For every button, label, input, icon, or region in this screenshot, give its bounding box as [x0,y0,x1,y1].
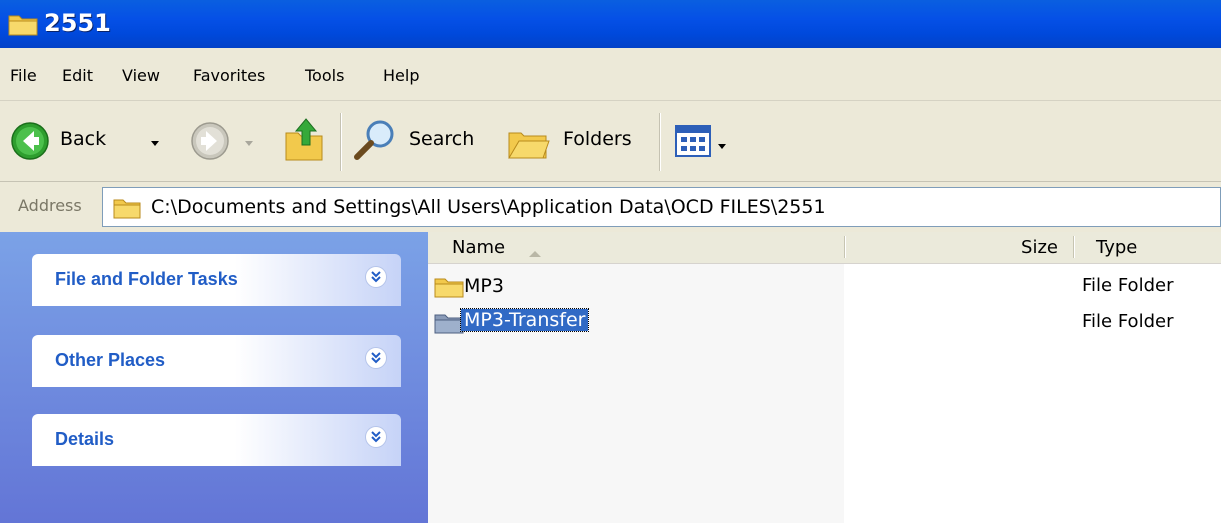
menu-file[interactable]: File [10,66,37,85]
expand-chevron-icon[interactable] [365,266,387,288]
folder-icon [434,312,464,338]
task-group-other-places[interactable]: Other Places [32,335,401,387]
task-group-title: Other Places [55,350,166,370]
search-button[interactable]: Search [352,117,486,165]
up-folder-icon [282,115,326,167]
task-group-file-and-folder-tasks[interactable]: File and Folder Tasks [32,254,401,306]
sorted-column-shading [428,263,844,523]
address-path: C:\Documents and Settings\All Users\Appl… [151,196,826,218]
back-label: Back [60,128,107,150]
task-group-details[interactable]: Details [32,414,401,466]
file-type: File Folder [1082,311,1174,332]
file-row[interactable]: MP3 File Folder [428,272,1221,302]
column-header-size[interactable]: Size [845,232,1073,263]
column-label-name: Name [452,237,506,258]
address-input[interactable]: C:\Documents and Settings\All Users\Appl… [102,187,1221,227]
column-header-type[interactable]: Type [1074,232,1221,263]
up-folder-button[interactable] [282,115,328,165]
back-dropdown-icon[interactable] [150,133,160,152]
file-name: MP3 [464,275,504,297]
toolbar-separator [659,113,661,171]
file-type: File Folder [1082,275,1174,296]
address-label: Address [18,196,82,215]
views-grid-icon [675,125,711,161]
folders-label: Folders [563,128,632,150]
task-group-title: Details [55,429,115,449]
column-header-name[interactable]: Name [428,232,844,263]
folders-button[interactable]: Folders [505,117,645,165]
address-bar: Address C:\Documents and Settings\All Us… [0,182,1221,232]
views-dropdown-icon[interactable] [717,136,727,155]
menu-view[interactable]: View [122,66,160,85]
toolbar: Back Search Folders [0,101,1221,182]
toolbar-separator [340,113,342,171]
file-name: MP3-Transfer [459,308,590,332]
sort-ascending-icon [528,243,542,262]
column-label-type: Type [1096,237,1138,258]
expand-chevron-icon[interactable] [365,347,387,369]
folders-icon [505,123,555,167]
folder-icon [434,276,464,302]
menu-bar: File Edit View Favorites Tools Help [0,48,1221,101]
column-label-size: Size [1021,237,1058,258]
search-icon [352,117,398,167]
back-arrow-icon [10,121,50,165]
search-label: Search [409,128,475,150]
folder-icon [113,197,141,223]
column-headers: Name Size Type [428,232,1221,264]
menu-tools[interactable]: Tools [305,66,344,85]
back-button[interactable]: Back [10,119,170,163]
folder-icon [8,12,38,40]
file-row[interactable]: MP3-Transfer File Folder [428,308,1221,338]
file-list: Name Size Type MP3 File Folder MP3-Trans… [428,232,1221,523]
title-bar[interactable]: 2551 [0,0,1221,48]
forward-button[interactable] [190,119,262,163]
window-title: 2551 [44,9,111,37]
forward-dropdown-icon[interactable] [244,133,254,152]
menu-favorites[interactable]: Favorites [193,66,265,85]
forward-arrow-icon [190,121,230,165]
task-pane: File and Folder Tasks Other Places Detai… [0,232,428,523]
task-group-title: File and Folder Tasks [55,269,238,289]
menu-edit[interactable]: Edit [62,66,93,85]
views-button[interactable] [675,123,735,159]
menu-help[interactable]: Help [383,66,419,85]
expand-chevron-icon[interactable] [365,426,387,448]
